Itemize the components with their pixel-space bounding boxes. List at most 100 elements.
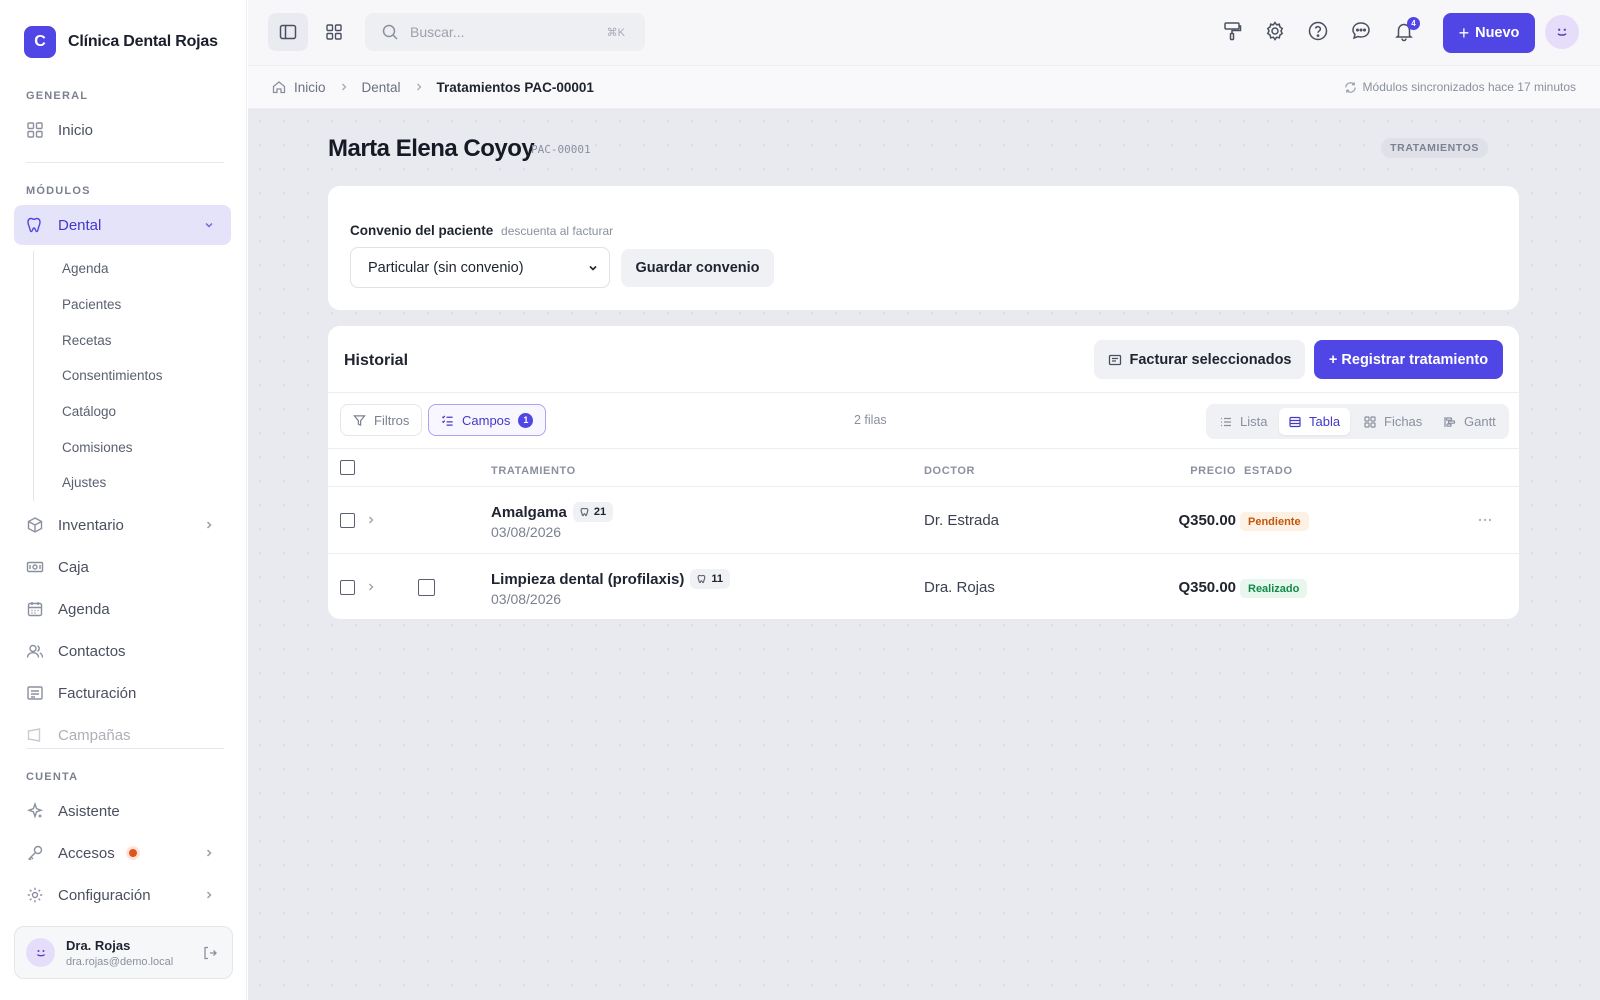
subnav-item-recetas[interactable]: Recetas [34, 322, 223, 358]
sidebar-item-asistente[interactable]: Asistente [14, 791, 231, 831]
receipt-icon [1108, 354, 1121, 365]
select-all-checkbox[interactable] [340, 460, 355, 475]
column-header-price[interactable]: PRECIO [1190, 465, 1236, 477]
doctor-name: Dra. Rojas [924, 579, 995, 596]
divider [328, 448, 1519, 449]
sidebar-item-label: Campañas [58, 727, 131, 743]
help-icon[interactable] [1307, 20, 1329, 42]
search-input[interactable] [410, 24, 590, 40]
column-header-treatment[interactable]: TRATAMIENTO [491, 465, 576, 477]
tooth-icon [580, 507, 589, 517]
sidebar-item-agenda[interactable]: Agenda [14, 589, 231, 629]
new-button[interactable]: + Nuevo [1443, 13, 1535, 53]
doctor-name: Dr. Estrada [924, 512, 1000, 529]
view-option-gantt[interactable]: Gantt [1434, 408, 1506, 435]
subnav-item-agenda[interactable]: Agenda [34, 251, 223, 287]
gear-icon[interactable] [1264, 20, 1286, 42]
topbar: ⌘K 4 + Nuevo [248, 0, 1600, 66]
sidebar-item-label: Configuración [58, 886, 151, 904]
column-header-doctor[interactable]: DOCTOR [924, 465, 975, 477]
sidebar-item-caja[interactable]: Caja [14, 547, 231, 587]
subnav-item-pacientes[interactable]: Pacientes [34, 287, 223, 323]
alert-dot [128, 849, 137, 857]
price-value: Q350.00 [1178, 579, 1236, 596]
table-row[interactable]: Limpieza dental (profilaxis) 11 03/08/20… [328, 554, 1519, 619]
dental-subnav: Agenda Pacientes Recetas Consentimientos… [33, 251, 223, 501]
apps-button[interactable] [314, 13, 354, 51]
convenio-select[interactable]: Particular (sin convenio) [350, 247, 610, 288]
fields-button[interactable]: Campos 1 [428, 404, 547, 436]
toggle-sidebar-button[interactable] [268, 13, 308, 51]
sidebar-item-accesos[interactable]: Accesos [14, 833, 231, 873]
invoice-selected-button[interactable]: Facturar seleccionados [1094, 340, 1305, 379]
register-treatment-button[interactable]: + Registrar tratamiento [1314, 340, 1503, 379]
breadcrumb-item-current: Tratamientos PAC-00001 [436, 79, 594, 95]
column-header-status[interactable]: ESTADO [1244, 465, 1293, 477]
view-option-lista[interactable]: Lista [1210, 408, 1277, 435]
view-option-label: Fichas [1384, 414, 1423, 429]
row-checkbox[interactable] [340, 580, 355, 595]
divider [26, 162, 224, 163]
row-inner-checkbox[interactable] [418, 579, 435, 596]
breadcrumb-item-dental[interactable]: Dental [362, 80, 401, 95]
section-tag: TRATAMIENTOS [1381, 138, 1488, 158]
chevron-right-icon [341, 83, 346, 91]
view-option-label: Tabla [1309, 414, 1341, 429]
sidebar-item-facturacion[interactable]: Facturación [14, 673, 231, 713]
table-row[interactable]: Amalgama 21 03/08/2026 Dr. Estrada Q350.… [328, 487, 1519, 553]
calendar-icon [27, 602, 43, 617]
paint-roller-icon[interactable] [1221, 20, 1243, 42]
breadcrumb-item-inicio[interactable]: Inicio [272, 80, 326, 95]
save-convenio-button[interactable]: Guardar convenio [621, 249, 774, 287]
convenio-hint: descuenta al facturar [501, 224, 614, 238]
gantt-icon [1444, 416, 1456, 427]
smile-icon [36, 949, 45, 956]
sidebar-item-configuracion[interactable]: Configuración [14, 875, 231, 915]
tooth-number: 21 [593, 506, 607, 518]
sidebar-item-inicio[interactable]: Inicio [14, 110, 231, 150]
sidebar-item-label: Facturación [58, 684, 137, 702]
sidebar: C Clínica Dental Rojas GENERAL Inicio MÓ… [0, 0, 247, 1000]
subnav-item-catalogo[interactable]: Catálogo [34, 394, 223, 430]
chevron-right-icon[interactable] [366, 515, 376, 525]
sidebar-item-inventario[interactable]: Inventario [14, 505, 231, 545]
view-option-fichas[interactable]: Fichas [1354, 408, 1432, 435]
sidebar-item-contactos[interactable]: Contactos [14, 631, 231, 671]
chevron-down-icon [589, 265, 597, 271]
tooth-number: 11 [711, 573, 724, 585]
sidebar-item-campanas[interactable]: Campañas [14, 727, 231, 743]
breadcrumb: Inicio Dental Tratamientos PAC-00001 Mód… [248, 66, 1600, 109]
patient-code: PAC-00001 [531, 143, 591, 156]
more-options-icon[interactable] [1477, 514, 1493, 526]
convenio-label: Convenio del paciente descuenta al factu… [350, 223, 613, 238]
refresh-icon [1344, 81, 1356, 93]
logout-icon[interactable] [202, 945, 218, 961]
cash-icon [26, 561, 44, 573]
chevron-right-icon [416, 83, 421, 91]
fields-label: Campos [462, 412, 511, 428]
sparkle-icon [26, 802, 44, 819]
avatar[interactable] [1545, 15, 1579, 49]
chevron-right-icon [206, 521, 212, 529]
brand[interactable]: C Clínica Dental Rojas [24, 26, 218, 58]
chevron-right-icon [206, 849, 212, 857]
avatar [26, 938, 55, 967]
chat-icon[interactable] [1350, 20, 1372, 42]
user-card[interactable]: Dra. Rojas dra.rojas@demo.local [14, 926, 233, 979]
subnav-item-comisiones[interactable]: Comisiones [34, 429, 223, 465]
sidebar-item-label: Accesos [58, 844, 115, 862]
cards-icon [1364, 415, 1376, 428]
subnav-item-ajustes[interactable]: Ajustes [34, 465, 223, 501]
sidebar-item-label: Dental [58, 216, 102, 234]
chevron-right-icon[interactable] [366, 582, 376, 592]
key-icon [28, 845, 43, 861]
row-checkbox[interactable] [340, 513, 355, 528]
sidebar-item-dental[interactable]: Dental [14, 205, 231, 245]
filters-button[interactable]: Filtros [340, 404, 423, 436]
filters-label: Filtros [374, 412, 410, 428]
subnav-item-consentimientos[interactable]: Consentimientos [34, 358, 223, 394]
chevron-down-icon [205, 222, 213, 228]
sidebar-item-label: Contactos [58, 642, 126, 660]
view-option-tabla[interactable]: Tabla [1279, 408, 1351, 435]
brand-name: Clínica Dental Rojas [68, 33, 218, 50]
